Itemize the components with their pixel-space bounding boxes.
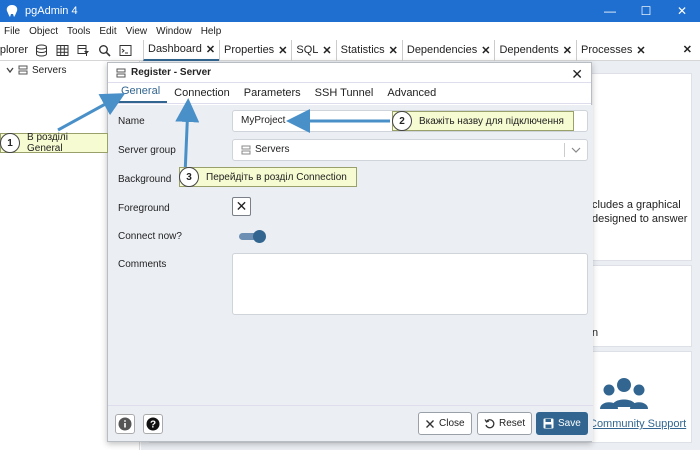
- toggle-knob: [253, 230, 266, 243]
- object-explorer-label[interactable]: Object Explorer: [0, 44, 28, 56]
- close-icon: [426, 419, 434, 428]
- tab-general[interactable]: General: [114, 85, 168, 103]
- connect-now-toggle[interactable]: [239, 230, 266, 243]
- clear-color-icon: ✕: [235, 198, 248, 214]
- tab-ssh-tunnel[interactable]: SSH Tunnel: [308, 87, 381, 103]
- tab-dependencies[interactable]: Dependencies ✕: [401, 39, 495, 61]
- tab-dashboard[interactable]: Dashboard ✕: [143, 39, 220, 61]
- help-icon: ?: [146, 417, 160, 431]
- welcome-text: cludes a graphical: [592, 199, 681, 211]
- minimize-button[interactable]: —: [592, 0, 628, 22]
- dialog-body: Name MyProject Server group Servers Back…: [108, 105, 593, 407]
- chevron-down-icon[interactable]: [6, 66, 14, 74]
- close-tab-icon[interactable]: ✕: [389, 44, 398, 57]
- table-icon[interactable]: [53, 41, 71, 59]
- main-tabbar: Dashboard ✕ Properties ✕ SQL ✕ Statistics ✕ …: [143, 39, 650, 61]
- foreground-color-picker[interactable]: ✕: [232, 197, 251, 216]
- dialog-footer: ? Close Reset Save: [108, 405, 593, 441]
- close-tab-icon[interactable]: ✕: [481, 44, 490, 57]
- tab-dependents[interactable]: Dependents ✕: [494, 39, 576, 61]
- servers-icon: [18, 65, 28, 75]
- filter-table-icon[interactable]: [74, 41, 92, 59]
- menu-bar: File Object Tools Edit View Window Help: [0, 22, 700, 40]
- callout-2-badge: 2: [392, 111, 412, 131]
- tab-sql[interactable]: SQL ✕: [291, 39, 335, 61]
- community-support-link[interactable]: Community Support: [589, 418, 686, 430]
- menu-edit[interactable]: Edit: [99, 26, 116, 37]
- close-tab-icon[interactable]: ✕: [278, 44, 287, 57]
- search-icon[interactable]: [95, 41, 113, 59]
- callout-2: Вкажіть назву для підключення: [392, 111, 574, 131]
- close-tab-icon[interactable]: ✕: [322, 44, 331, 57]
- close-tab-icon[interactable]: ✕: [206, 43, 215, 56]
- close-all-tabs-icon[interactable]: ✕: [683, 43, 692, 56]
- callout-3: Перейдіть в розділ Connection: [179, 167, 357, 187]
- name-input-value: MyProject: [241, 115, 286, 126]
- close-button[interactable]: Close: [418, 412, 472, 435]
- tab-statistics[interactable]: Statistics ✕: [335, 39, 402, 61]
- tab-parameters[interactable]: Parameters: [237, 87, 308, 103]
- help-button[interactable]: ?: [143, 414, 163, 434]
- select-divider: [564, 143, 565, 157]
- menu-window[interactable]: Window: [156, 26, 192, 37]
- menu-tools[interactable]: Tools: [67, 26, 90, 37]
- tab-advanced[interactable]: Advanced: [380, 87, 443, 103]
- dialog-header: Register - Server: [108, 63, 591, 83]
- reset-icon: [484, 419, 495, 429]
- database-icon[interactable]: [32, 41, 50, 59]
- server-group-label: Server group: [118, 145, 176, 156]
- window-title: pgAdmin 4: [25, 5, 78, 17]
- toolbar: Object Explorer Dashboard✕ Properties✕ S…: [0, 39, 700, 61]
- server-group-select[interactable]: Servers: [232, 139, 588, 161]
- callout-3-text: Перейдіть в розділ Connection: [206, 171, 347, 183]
- tab-properties[interactable]: Properties ✕: [219, 39, 291, 61]
- close-tab-icon[interactable]: ✕: [563, 44, 572, 57]
- welcome-text: designed to answer: [592, 213, 688, 225]
- connect-now-label: Connect now?: [118, 231, 182, 242]
- title-bar: pgAdmin 4 — ☐ ✕: [0, 0, 700, 22]
- save-icon: [543, 418, 554, 429]
- info-icon: [118, 417, 132, 431]
- dialog-close-icon[interactable]: ✕: [571, 66, 583, 83]
- save-button-label: Save: [558, 418, 581, 429]
- callout-3-badge: 3: [179, 167, 199, 187]
- menu-help[interactable]: Help: [201, 26, 222, 37]
- close-button-label: Close: [439, 418, 465, 429]
- reset-button[interactable]: Reset: [477, 412, 533, 435]
- servers-icon: [241, 145, 251, 155]
- pgadmin-elephant-icon: [6, 5, 18, 17]
- name-label: Name: [118, 116, 145, 127]
- callout-2-text: Вкажіть назву для підключення: [419, 115, 564, 127]
- chevron-down-icon[interactable]: [571, 146, 581, 154]
- tab-connection[interactable]: Connection: [167, 87, 237, 103]
- tree-item-label: Servers: [32, 64, 67, 76]
- tab-processes[interactable]: Processes ✕: [575, 39, 650, 61]
- callout-1-text: В розділі General: [27, 132, 68, 154]
- foreground-label: Foreground: [118, 203, 170, 214]
- server-icon: [116, 68, 126, 77]
- dialog-title: Register - Server: [131, 67, 212, 78]
- info-button[interactable]: [115, 414, 135, 434]
- svg-text:?: ?: [150, 420, 156, 431]
- reset-button-label: Reset: [499, 418, 526, 429]
- window-close-button[interactable]: ✕: [664, 0, 700, 22]
- comments-textarea[interactable]: [232, 253, 588, 315]
- maximize-button[interactable]: ☐: [628, 0, 664, 22]
- menu-view[interactable]: View: [126, 26, 148, 37]
- menu-object[interactable]: Object: [29, 26, 58, 37]
- terminal-icon[interactable]: [116, 41, 134, 59]
- callout-1-badge: 1: [0, 133, 20, 153]
- background-label: Background: [118, 174, 172, 185]
- community-icon[interactable]: [599, 375, 649, 417]
- close-tab-icon[interactable]: ✕: [636, 44, 645, 57]
- menu-file[interactable]: File: [4, 26, 20, 37]
- comments-label: Comments: [118, 259, 167, 270]
- save-button[interactable]: Save: [536, 412, 588, 435]
- dialog-tabbar: General Connection Parameters SSH Tunnel…: [108, 83, 591, 104]
- server-group-value: Servers: [255, 144, 290, 155]
